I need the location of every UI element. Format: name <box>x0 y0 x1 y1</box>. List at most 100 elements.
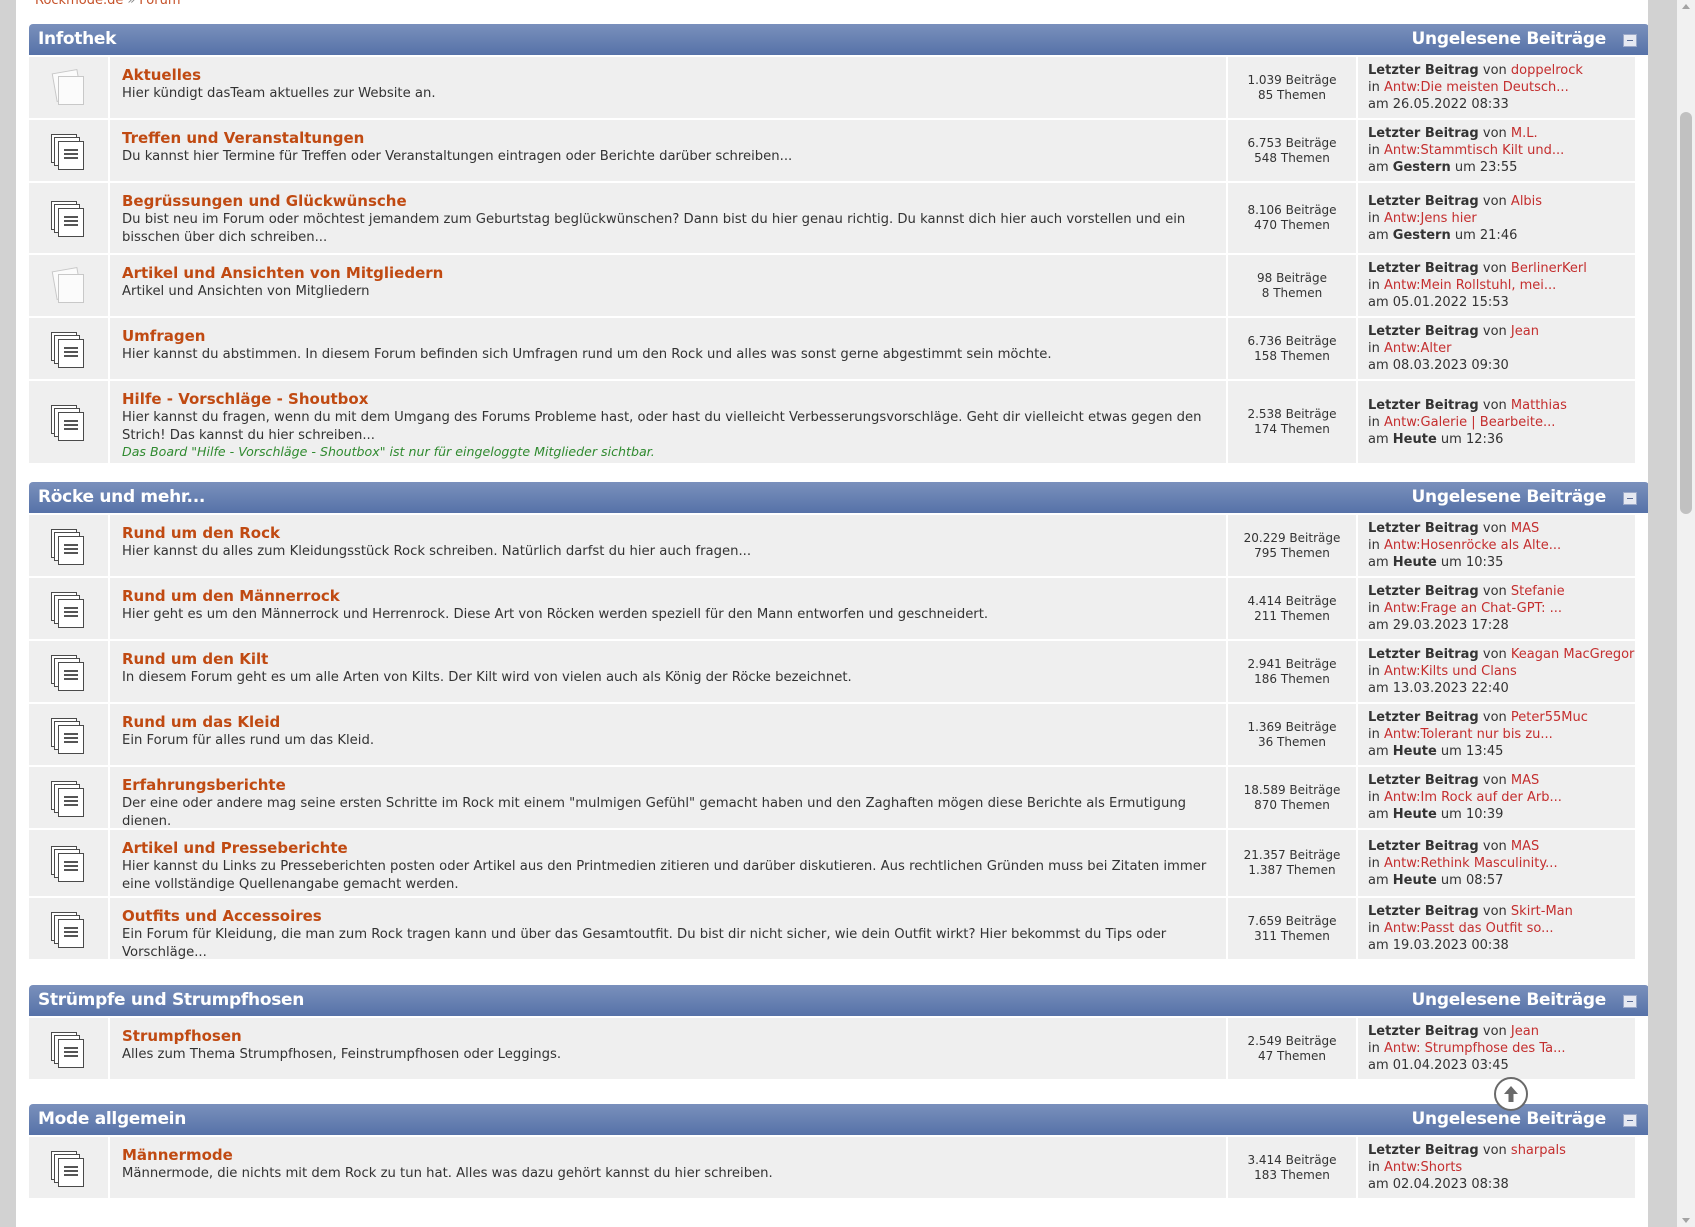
post-count: 1.369 Beiträge <box>1247 719 1337 734</box>
collapse-icon[interactable] <box>1623 995 1637 1008</box>
board-new-posts-icon[interactable] <box>51 1150 85 1187</box>
last-post-topic-link[interactable]: Antw:Kilts und Clans <box>1384 664 1517 679</box>
breadcrumb: Rockmode.de » Forum <box>35 0 181 8</box>
board-new-posts-icon[interactable] <box>51 528 85 565</box>
breadcrumb-current-link[interactable]: Forum <box>139 0 180 8</box>
board-name-link[interactable]: Rund um den Rock <box>122 524 1214 543</box>
board-name-link[interactable]: Umfragen <box>122 327 1214 346</box>
category-title[interactable]: Strümpfe und Strumpfhosen <box>38 990 304 1010</box>
collapse-icon[interactable] <box>1623 34 1637 47</box>
last-post-in-label: in <box>1368 80 1380 95</box>
last-post-topic-link[interactable]: Antw:Die meisten Deutsch... <box>1384 80 1569 95</box>
board-new-posts-icon[interactable] <box>51 591 85 628</box>
last-post-author-link[interactable]: sharpals <box>1511 1143 1566 1158</box>
board-new-posts-icon[interactable] <box>51 654 85 691</box>
last-post-info: Letzter Beitrag von BerlinerKerl in Antw:… <box>1358 255 1635 316</box>
board-info: Artikel und Ansichten von Mitgliedern Art… <box>110 255 1226 316</box>
breadcrumb-home-link[interactable]: Rockmode.de <box>35 0 123 8</box>
last-post-author-link[interactable]: MAS <box>1511 521 1539 536</box>
last-post-author-link[interactable]: BerlinerKerl <box>1511 261 1587 276</box>
last-post-author-link[interactable]: MAS <box>1511 773 1539 788</box>
last-post-author-link[interactable]: Jean <box>1511 324 1539 339</box>
last-post-date: 13.03.2023 22:40 <box>1392 681 1509 696</box>
scroll-to-top-button[interactable] <box>1494 1077 1528 1111</box>
last-post-author-link[interactable]: M.L. <box>1511 126 1538 141</box>
last-post-author-link[interactable]: Peter55Muc <box>1511 710 1588 725</box>
board-name-link[interactable]: Treffen und Veranstaltungen <box>122 129 1214 148</box>
board-name-link[interactable]: Aktuelles <box>122 66 1214 85</box>
last-post-author-link[interactable]: Stefanie <box>1511 584 1565 599</box>
last-post-author-link[interactable]: Skirt-Man <box>1511 904 1573 919</box>
last-post-topic-link[interactable]: Antw:Im Rock auf der Arb... <box>1384 790 1562 805</box>
board-new-posts-icon[interactable] <box>51 1031 85 1068</box>
board-no-new-posts-icon[interactable] <box>51 266 85 303</box>
category-title[interactable]: Röcke und mehr... <box>38 487 205 507</box>
board-new-posts-icon[interactable] <box>51 717 85 754</box>
scroll-down-arrow-icon[interactable] <box>1682 1218 1690 1223</box>
last-post-topic-link[interactable]: Antw:Hosenröcke als Alte... <box>1384 538 1561 553</box>
board-icon-cell <box>29 381 108 463</box>
board-new-posts-icon[interactable] <box>51 911 85 948</box>
last-post-by-label: von <box>1482 324 1507 339</box>
last-post-topic-link[interactable]: Antw: Strumpfhose des Ta... <box>1384 1041 1566 1056</box>
window-scrollbar[interactable] <box>1677 0 1695 1227</box>
board-name-link[interactable]: Begrüssungen und Glückwünsche <box>122 192 1214 211</box>
board-new-posts-icon[interactable] <box>51 331 85 368</box>
board-name-link[interactable]: Strumpfhosen <box>122 1027 1214 1046</box>
board-new-posts-icon[interactable] <box>51 133 85 170</box>
last-post-author-link[interactable]: Jean <box>1511 1024 1539 1039</box>
last-post-info: Letzter Beitrag von Jean in Antw:Alter am … <box>1358 318 1635 379</box>
board-new-posts-icon[interactable] <box>51 846 85 882</box>
last-post-author-link[interactable]: Albis <box>1511 194 1542 209</box>
topic-count: 8 Themen <box>1261 285 1323 300</box>
category-title[interactable]: Mode allgemein <box>38 1109 186 1129</box>
last-post-time: um 12:36 <box>1440 431 1504 447</box>
last-post-author-link[interactable]: Keagan MacGregor <box>1511 647 1634 662</box>
post-count: 2.941 Beiträge <box>1247 656 1337 671</box>
collapse-icon[interactable] <box>1623 1114 1637 1127</box>
last-post-topic-link[interactable]: Antw:Tolerant nur bis zu... <box>1384 727 1553 742</box>
board-name-link[interactable]: Rund um den Männerrock <box>122 587 1214 606</box>
topic-count: 174 Themen <box>1254 422 1330 436</box>
unread-posts-link[interactable]: Ungelesene Beiträge <box>1412 1109 1607 1129</box>
last-post-topic-link[interactable]: Antw:Mein Rollstuhl, mei... <box>1384 278 1556 293</box>
last-post-author-link[interactable]: doppelrock <box>1511 63 1583 78</box>
last-post-topic-link[interactable]: Antw:Galerie | Bearbeite... <box>1384 415 1555 430</box>
category-title[interactable]: Infothek <box>38 29 116 49</box>
last-post-topic-link[interactable]: Antw:Stammtisch Kilt und... <box>1384 143 1564 158</box>
board-name-link[interactable]: Artikel und Presseberichte <box>122 839 1214 858</box>
board-row: Treffen und Veranstaltungen Du kannst hie… <box>29 120 1648 181</box>
last-post-topic-link[interactable]: Antw:Frage an Chat-GPT: ... <box>1384 601 1562 616</box>
last-post-info: Letzter Beitrag von Peter55Muc in Antw:To… <box>1358 704 1635 765</box>
last-post-on-label: am <box>1368 1058 1389 1073</box>
topic-count: 1.387 Themen <box>1248 863 1336 877</box>
last-post-topic-link[interactable]: Antw:Alter <box>1384 341 1451 356</box>
board-name-link[interactable]: Hilfe - Vorschläge - Shoutbox <box>122 390 1214 409</box>
board-name-link[interactable]: Rund um das Kleid <box>122 713 1214 732</box>
unread-posts-link[interactable]: Ungelesene Beiträge <box>1412 990 1607 1010</box>
last-post-topic-link[interactable]: Antw:Passt das Outfit so... <box>1384 921 1554 936</box>
category-section: Röcke und mehr... Ungelesene Beiträge Rund… <box>29 482 1648 960</box>
collapse-icon[interactable] <box>1623 492 1637 505</box>
board-stats: 8.106 Beiträge 470 Themen <box>1228 183 1356 253</box>
board-name-link[interactable]: Rund um den Kilt <box>122 650 1214 669</box>
board-no-new-posts-icon[interactable] <box>51 68 85 105</box>
board-name-link[interactable]: Artikel und Ansichten von Mitgliedern <box>122 264 1214 283</box>
board-name-link[interactable]: Männermode <box>122 1146 1214 1165</box>
unread-posts-link[interactable]: Ungelesene Beiträge <box>1412 29 1607 49</box>
board-name-link[interactable]: Erfahrungsberichte <box>122 776 1214 795</box>
scrollbar-thumb[interactable] <box>1680 112 1692 514</box>
board-new-posts-icon[interactable] <box>51 780 85 817</box>
last-post-topic-link[interactable]: Antw:Shorts <box>1384 1160 1462 1175</box>
last-post-author-link[interactable]: Matthias <box>1511 398 1567 413</box>
board-name-link[interactable]: Outfits und Accessoires <box>122 907 1214 926</box>
last-post-topic-link[interactable]: Antw:Jens hier <box>1384 211 1477 226</box>
scroll-up-arrow-icon[interactable] <box>1682 4 1690 9</box>
unread-posts-link[interactable]: Ungelesene Beiträge <box>1412 487 1607 507</box>
board-new-posts-icon[interactable] <box>51 405 85 441</box>
last-post-topic-link[interactable]: Antw:Rethink Masculinity... <box>1384 856 1558 871</box>
board-new-posts-icon[interactable] <box>51 201 85 237</box>
category-section: Strümpfe und Strumpfhosen Ungelesene Beit… <box>29 985 1648 1079</box>
last-post-author-link[interactable]: MAS <box>1511 839 1539 854</box>
last-post-date: Gestern <box>1392 160 1451 175</box>
